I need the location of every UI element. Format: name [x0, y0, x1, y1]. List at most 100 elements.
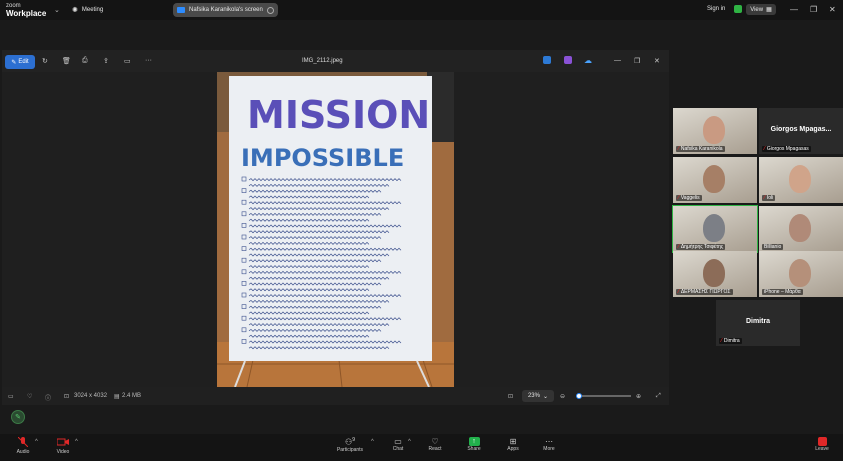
camera-off-icon: [57, 438, 69, 446]
annotate-icon[interactable]: ✎: [11, 410, 25, 424]
chat-label: Chat: [392, 446, 404, 452]
share-button[interactable]: ↑ Share: [454, 437, 494, 452]
mic-muted-icon: ⁄: [678, 289, 679, 295]
participant-tile[interactable]: iPhone – Μάρθα: [759, 251, 843, 297]
zoom-out-icon[interactable]: ⊖: [560, 393, 565, 400]
designer-icon[interactable]: [543, 56, 551, 64]
react-label: React: [428, 446, 442, 452]
participant-tile[interactable]: Giorgos Mpagas... ⁄ Giorgos Mpagasas: [759, 108, 843, 154]
view-label: View: [750, 6, 764, 13]
chat-icon: ▭: [394, 437, 402, 446]
more-button[interactable]: ⋯ More: [529, 437, 569, 452]
edit-button[interactable]: ✎ Edit: [5, 55, 35, 69]
video-options-icon[interactable]: ^: [75, 439, 78, 445]
clipchamp-icon[interactable]: [564, 56, 572, 64]
chat-button[interactable]: ▭ Chat: [378, 437, 418, 452]
participant-display-name: Giorgos Mpagas...: [770, 126, 832, 133]
participant-video: [703, 165, 725, 193]
more-icon: ⋯: [545, 437, 553, 446]
onedrive-icon[interactable]: ☁: [584, 56, 592, 65]
more-icon[interactable]: ···: [145, 57, 152, 64]
participant-name: ⁄ Ioli: [762, 195, 776, 201]
leave-icon: [817, 437, 827, 446]
viewer-close-icon[interactable]: ✕: [654, 57, 660, 65]
slideshow-icon[interactable]: ▭: [124, 57, 131, 65]
mic-muted-icon: ⁄: [764, 195, 765, 201]
favorite-icon[interactable]: ♡: [27, 393, 32, 400]
mic-muted-icon: ⁄: [678, 244, 679, 250]
zoom-dropdown[interactable]: 23% ⌄: [522, 390, 554, 402]
filmstrip-icon[interactable]: ▭: [8, 393, 14, 400]
participant-name: ⁄ Δημήτρης Τσιφέτης: [676, 244, 726, 250]
rotate-icon[interactable]: ↻: [42, 57, 48, 65]
restore-icon[interactable]: ❐: [810, 5, 817, 14]
chevron-down-icon[interactable]: ⌄: [54, 6, 60, 14]
participant-tile[interactable]: ⁄ Ioli: [759, 157, 843, 203]
viewer-minimize-icon[interactable]: —: [614, 57, 621, 64]
fullscreen-icon[interactable]: ⤢: [656, 393, 661, 400]
apps-icon: ⊞: [509, 437, 517, 446]
participant-tile[interactable]: ⁄ ΔΕΡΜΑΣΗΣ ΓΙΩΡΓΟΣ: [673, 251, 757, 297]
audio-label: Audio: [16, 449, 30, 455]
print-icon[interactable]: ⎙: [82, 57, 88, 65]
mic-muted-icon: [18, 437, 28, 447]
participant-name: Billianio: [762, 244, 784, 250]
grid-icon: ▦: [766, 7, 772, 13]
participants-options-icon[interactable]: ^: [371, 439, 374, 445]
more-label: More: [543, 446, 555, 452]
options-icon[interactable]: [267, 6, 274, 14]
participant-display-name: Dimitra: [745, 318, 771, 325]
viewer-toolbar: ✎ Edit ↻ 🗑 ⎙ ⇪ ▭ ··· IMG_2112.jpeg ☁ — ❐…: [2, 50, 669, 72]
meeting-menu[interactable]: ✺ Meeting: [72, 6, 103, 14]
participant-video: [789, 214, 811, 242]
apps-label: Apps: [507, 446, 519, 452]
participants-button[interactable]: ⚇9 Participants: [330, 437, 370, 453]
participant-name: ⁄ Dimitra: [719, 338, 742, 344]
chat-options-icon[interactable]: ^: [408, 439, 411, 445]
mic-muted-icon: ⁄: [678, 195, 679, 201]
close-icon[interactable]: ✕: [829, 5, 836, 14]
file-size-icon: ▤: [114, 394, 120, 400]
participants-count: 9: [352, 437, 355, 443]
screen-share-pill[interactable]: Nafsika Karanikola's screen: [173, 3, 278, 17]
participant-tile[interactable]: ⁄ Vaggelis: [673, 157, 757, 203]
participant-tile[interactable]: ⁄ Nafsika Karanikola: [673, 108, 757, 154]
minimize-icon[interactable]: —: [790, 5, 798, 14]
leave-button[interactable]: Leave: [802, 437, 842, 452]
participant-tile[interactable]: Billianio: [759, 206, 843, 252]
zoom-slider[interactable]: [576, 393, 631, 399]
delete-icon[interactable]: 🗑: [62, 57, 71, 65]
screen-share-icon: [177, 7, 185, 13]
participant-tile[interactable]: Dimitra ⁄ Dimitra: [716, 300, 800, 346]
viewer-status-bar: ▭ ♡ ⓘ ⊡ 3024 x 4032 ▤ 2.4 MB ⊡ 23% ⌄ ⊖ ⊕…: [2, 387, 669, 405]
meeting-label: Meeting: [81, 7, 104, 13]
sign-in-link[interactable]: Sign in: [707, 6, 725, 12]
viewer-restore-icon[interactable]: ❐: [634, 57, 640, 65]
participant-tile[interactable]: ⁄ Δημήτρης Τσιφέτης: [672, 205, 758, 253]
share-icon[interactable]: ⇪: [103, 57, 109, 65]
info-icon[interactable]: ⓘ: [45, 393, 51, 402]
share-screen-icon: ↑: [468, 437, 480, 446]
mic-muted-icon: ⁄: [764, 146, 765, 152]
participant-name: ⁄ ΔΕΡΜΑΣΗΣ ΓΙΩΡΓΟΣ: [676, 289, 733, 295]
view-button[interactable]: View ▦: [746, 4, 776, 15]
mic-muted-icon: ⁄: [678, 146, 679, 152]
mic-muted-icon: ⁄: [721, 338, 722, 344]
shield-icon[interactable]: [734, 5, 742, 13]
participant-video: [789, 165, 811, 193]
edit-icon: ✎: [11, 59, 17, 66]
poster-photo: MISSION IMPOSSIBLE: [217, 72, 454, 387]
apps-button[interactable]: ⊞ Apps: [493, 437, 533, 452]
audio-options-icon[interactable]: ^: [35, 439, 38, 445]
participant-name: ⁄ Vaggelis: [676, 195, 702, 201]
edit-label: Edit: [18, 59, 29, 65]
react-button[interactable]: ♡ React: [415, 437, 455, 452]
zoom-top-bar: zoom Workplace ⌄ ✺ Meeting Nafsika Karan…: [0, 0, 843, 20]
poster-title-line1: MISSION: [247, 93, 430, 137]
zoom-in-icon[interactable]: ⊕: [636, 393, 641, 400]
zoom-logo: zoom Workplace: [6, 2, 46, 18]
video-label: Video: [56, 449, 70, 455]
chevron-down-icon: ⌄: [542, 393, 549, 400]
fit-icon[interactable]: ⊡: [508, 393, 513, 400]
zoom-slider-thumb[interactable]: [576, 393, 582, 399]
